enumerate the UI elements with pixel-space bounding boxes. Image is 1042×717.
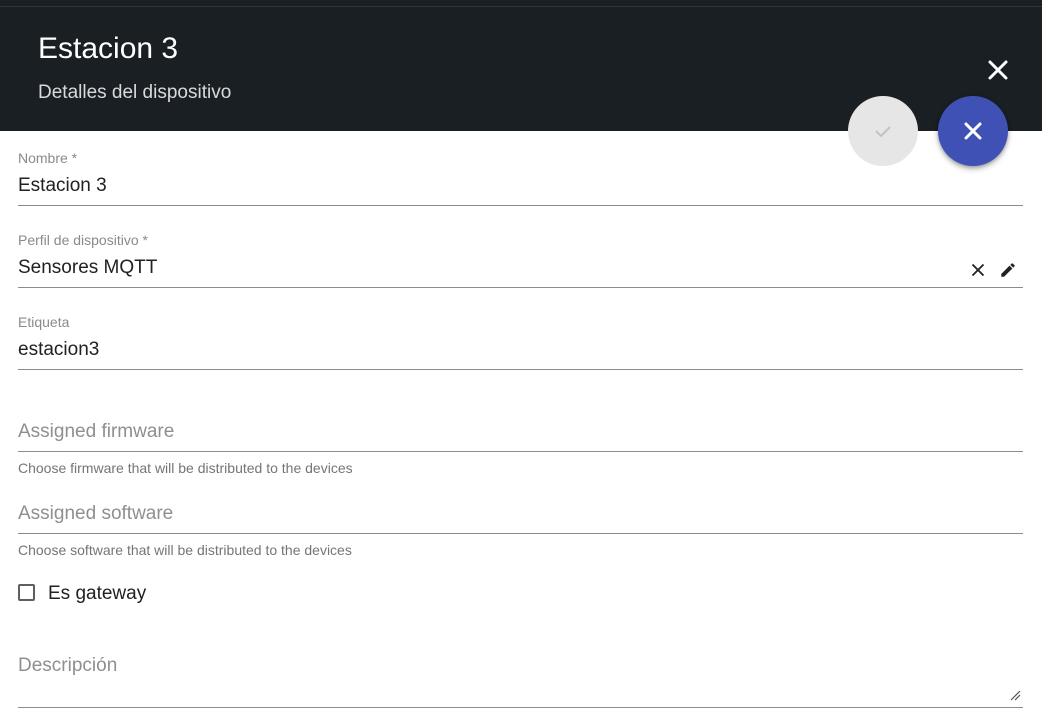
close-icon [988, 60, 1008, 80]
header-divider [0, 6, 1042, 7]
description-underline [18, 707, 1023, 708]
software-underline [18, 533, 1023, 534]
resize-handle[interactable] [1008, 688, 1022, 702]
pencil-icon [1001, 263, 1015, 277]
description-textarea[interactable]: Descripción [18, 655, 117, 677]
device-profile-underline [18, 287, 1023, 288]
tag-underline [18, 369, 1023, 370]
close-dialog-button[interactable] [984, 56, 1012, 84]
close-icon [971, 263, 985, 277]
device-profile-field[interactable]: Perfil de dispositivo * Sensores MQTT [18, 230, 1023, 290]
name-input[interactable]: Estacion 3 [18, 175, 107, 197]
edit-profile-button[interactable] [998, 260, 1018, 280]
software-input[interactable]: Assigned software [18, 503, 173, 525]
resize-handle-icon [1010, 690, 1021, 701]
check-icon [875, 126, 891, 138]
page-title: Estacion 3 [38, 32, 179, 65]
software-hint: Choose software that will be distributed… [18, 542, 352, 558]
name-label: Nombre * [18, 150, 78, 166]
clear-profile-button[interactable] [968, 260, 988, 280]
firmware-underline [18, 451, 1023, 452]
name-underline [18, 205, 1023, 206]
device-profile-input[interactable]: Sensores MQTT [18, 257, 157, 279]
close-icon [964, 122, 982, 140]
tag-input[interactable]: estacion3 [18, 339, 99, 361]
firmware-hint: Choose firmware that will be distributed… [18, 460, 353, 476]
tag-label: Etiqueta [18, 314, 70, 330]
gateway-label[interactable]: Es gateway [48, 583, 146, 605]
software-field[interactable]: Assigned software Choose software that w… [18, 502, 1023, 562]
tag-field[interactable]: Etiqueta estacion3 [18, 312, 1023, 372]
gateway-checkbox[interactable] [18, 584, 35, 601]
description-field[interactable]: Descripción [18, 654, 1023, 710]
page-subtitle: Detalles del dispositivo [38, 82, 232, 103]
firmware-input[interactable]: Assigned firmware [18, 421, 174, 443]
device-profile-label: Perfil de dispositivo * [18, 232, 148, 248]
firmware-field[interactable]: Assigned firmware Choose firmware that w… [18, 420, 1023, 480]
name-field[interactable]: Nombre * Estacion 3 [18, 148, 1023, 208]
